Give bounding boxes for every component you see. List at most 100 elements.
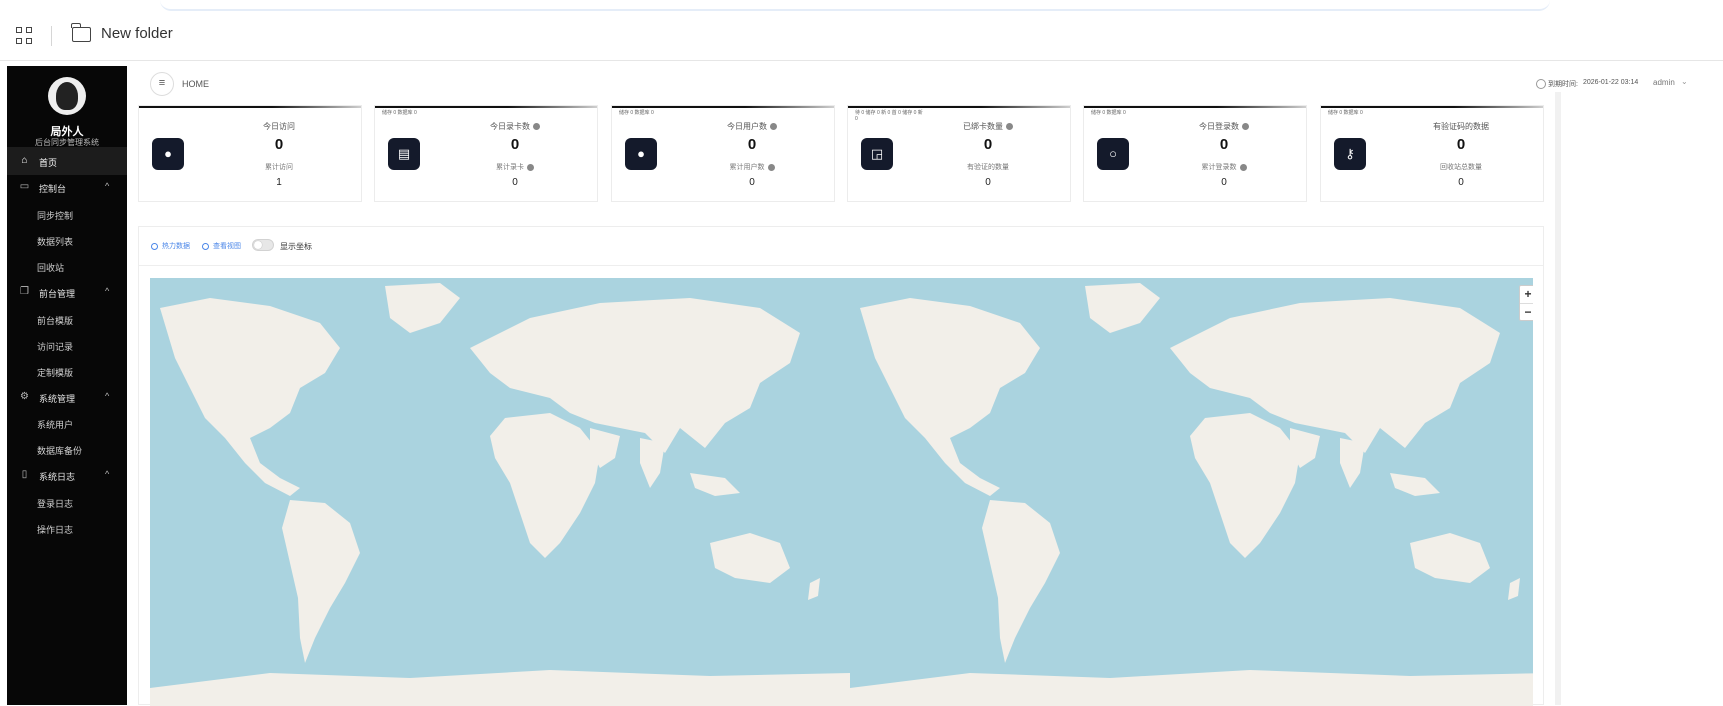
card-subvalue: 0 (1458, 177, 1464, 188)
card-subvalue: 0 (749, 177, 755, 188)
breadcrumb[interactable]: HOME (182, 79, 209, 89)
world-map[interactable]: + − (150, 278, 1533, 706)
stat-card-today-visits: ● 今日访问 0 累计访问 1 (138, 105, 362, 202)
app-grid-icon[interactable] (16, 27, 34, 45)
sidebar-subitem-login-log[interactable]: 登录日志 (37, 497, 73, 510)
sidebar-item-console[interactable]: ▭ 控制台 ^ (7, 173, 127, 201)
radio-icon (151, 242, 158, 250)
sidebar-subitem-operation-log[interactable]: 操作日志 (37, 523, 73, 536)
info-icon (770, 123, 777, 131)
sidebar-subitem-frontend-template[interactable]: 前台模版 (37, 314, 73, 327)
person-outline-icon: ○ (1097, 138, 1129, 170)
user-icon: ● (625, 138, 657, 170)
card-value: 0 (1456, 136, 1466, 153)
card-value: 0 (983, 136, 993, 153)
card-title: 有验证码的数据 (1433, 122, 1489, 131)
card-subtitle: 有验证的数量 (967, 164, 1009, 171)
zoom-out-button[interactable]: − (1520, 303, 1533, 321)
map-toolbar: 热力数据 查看视图 显示坐标 (139, 227, 1543, 266)
card-subvalue: 0 (1221, 177, 1227, 188)
toggle-label: 显示坐标 (280, 242, 312, 251)
card-value: 0 (274, 136, 284, 153)
user-menu[interactable]: admin (1653, 78, 1675, 87)
top-scroll-edge (160, 0, 1550, 11)
info-icon (527, 163, 534, 171)
stat-card-cards-entered: 储存 0 数据库 0 ▤ 今日录卡数 0 累计录卡 0 (374, 105, 598, 202)
card-title: 已绑卡数量 (908, 121, 1068, 132)
card-subtitle: 累计用户数 (672, 162, 832, 172)
monitor-icon: ▭ (19, 181, 30, 192)
sidebar-subitem-db-backup[interactable]: 数据库备份 (37, 444, 82, 457)
chevron-up-icon: ^ (105, 391, 110, 401)
card-meta: 储存 0 数据库 0 (1091, 110, 1126, 116)
info-icon (1239, 163, 1247, 171)
home-icon: ⌂ (21, 155, 28, 166)
copy-icon: ❐ (20, 286, 29, 297)
card-title: 今日登录数 (1144, 121, 1304, 132)
sidebar-item-system[interactable]: ⚙ 系统管理 ^ (7, 383, 127, 411)
zoom-control: + − (1519, 285, 1533, 321)
info-icon (1242, 123, 1249, 131)
sidebar-item-label: 系统日志 (39, 472, 76, 482)
chevron-up-icon: ^ (105, 181, 110, 191)
card-value: 0 (510, 136, 520, 153)
card-subvalue: 1 (276, 177, 282, 188)
folder-icon (71, 23, 91, 42)
radio-icon (202, 242, 209, 250)
card-meta: 储存 0 数据库 0 (619, 110, 654, 116)
show-coords-toggle[interactable] (252, 239, 274, 251)
gear-icon: ⚙ (20, 391, 29, 402)
menu-toggle-button[interactable]: ≡ (150, 72, 174, 96)
sidebar: 局外人 后台同步管理系统 ⌂ 首页 ▭ 控制台 ^ 同步控制 数据列表 回收站 … (7, 66, 127, 705)
stat-card-users: 储存 0 数据库 0 ● 今日用户数 0 累计用户数 0 (611, 105, 835, 202)
sidebar-subitem-sync-control[interactable]: 同步控制 (37, 209, 73, 222)
card-meta: 储存 0 数据库 0 (382, 110, 417, 116)
credit-card-icon: ▤ (388, 138, 420, 170)
card-subtitle: 回收站总数量 (1440, 164, 1482, 171)
map-option-heat[interactable]: 热力数据 (151, 241, 190, 251)
zoom-in-button[interactable]: + (1520, 286, 1533, 303)
sidebar-item-label: 首页 (39, 158, 58, 168)
chevron-up-icon: ^ (105, 469, 110, 479)
info-icon (533, 123, 540, 131)
chevron-down-icon[interactable]: ⌄ (1681, 77, 1688, 86)
card-title: 今日用户数 (672, 121, 832, 132)
info-icon (1006, 123, 1013, 131)
card-title: 今日访问 (263, 122, 295, 131)
stat-card-bound-cards: 待 0 储存 0 新 0 首 0 储存 0 新 0 ◲ 已绑卡数量 0 有验证的… (847, 105, 1071, 202)
key-icon: ⚷ (1334, 138, 1366, 170)
card-subvalue: 0 (512, 177, 518, 188)
user-icon: ● (152, 138, 184, 170)
sidebar-subitem-visit-records[interactable]: 访问记录 (37, 340, 73, 353)
sidebar-item-home[interactable]: ⌂ 首页 (7, 147, 127, 175)
explorer-toolbar: New folder (0, 0, 1723, 61)
card-meta: 储存 0 数据库 0 (1328, 110, 1363, 116)
expire-label: 到期时间: (1548, 81, 1578, 88)
main-header: ≡ HOME 到期时间: 2026-01-22 03:14 admin ⌄ (140, 66, 1710, 100)
folder-name[interactable]: New folder (101, 25, 173, 42)
card-subvalue: 0 (985, 177, 991, 188)
sidebar-subitem-data-list[interactable]: 数据列表 (37, 235, 73, 248)
card-value: 0 (747, 136, 757, 153)
stat-card-logins: 储存 0 数据库 0 ○ 今日登录数 0 累计登录数 0 (1083, 105, 1307, 202)
info-icon (767, 163, 775, 171)
chart-icon: ◲ (861, 138, 893, 170)
sidebar-item-frontend[interactable]: ❐ 前台管理 ^ (7, 278, 127, 306)
sidebar-subitem-recycle-bin[interactable]: 回收站 (37, 261, 64, 274)
map-option-view[interactable]: 查看视图 (202, 241, 241, 251)
page-scrollbar[interactable] (1555, 92, 1561, 705)
sidebar-item-label: 前台管理 (39, 289, 76, 299)
sidebar-item-logs[interactable]: ▯ 系统日志 ^ (7, 461, 127, 489)
sidebar-subitem-custom-template[interactable]: 定制模版 (37, 366, 73, 379)
stat-card-verified: 储存 0 数据库 0 ⚷ 有验证码的数据 0 回收站总数量 0 (1320, 105, 1544, 202)
map-tiles (150, 278, 1533, 706)
clock-icon (1536, 79, 1546, 89)
toolbar-divider (51, 26, 52, 46)
card-subtitle: 累计录卡 (435, 162, 595, 172)
sidebar-subitem-system-users[interactable]: 系统用户 (37, 418, 73, 431)
sidebar-item-label: 系统管理 (39, 394, 76, 404)
card-value: 0 (1219, 136, 1229, 153)
document-icon: ▯ (21, 469, 28, 480)
avatar (48, 77, 86, 115)
card-subtitle: 累计访问 (265, 164, 293, 171)
